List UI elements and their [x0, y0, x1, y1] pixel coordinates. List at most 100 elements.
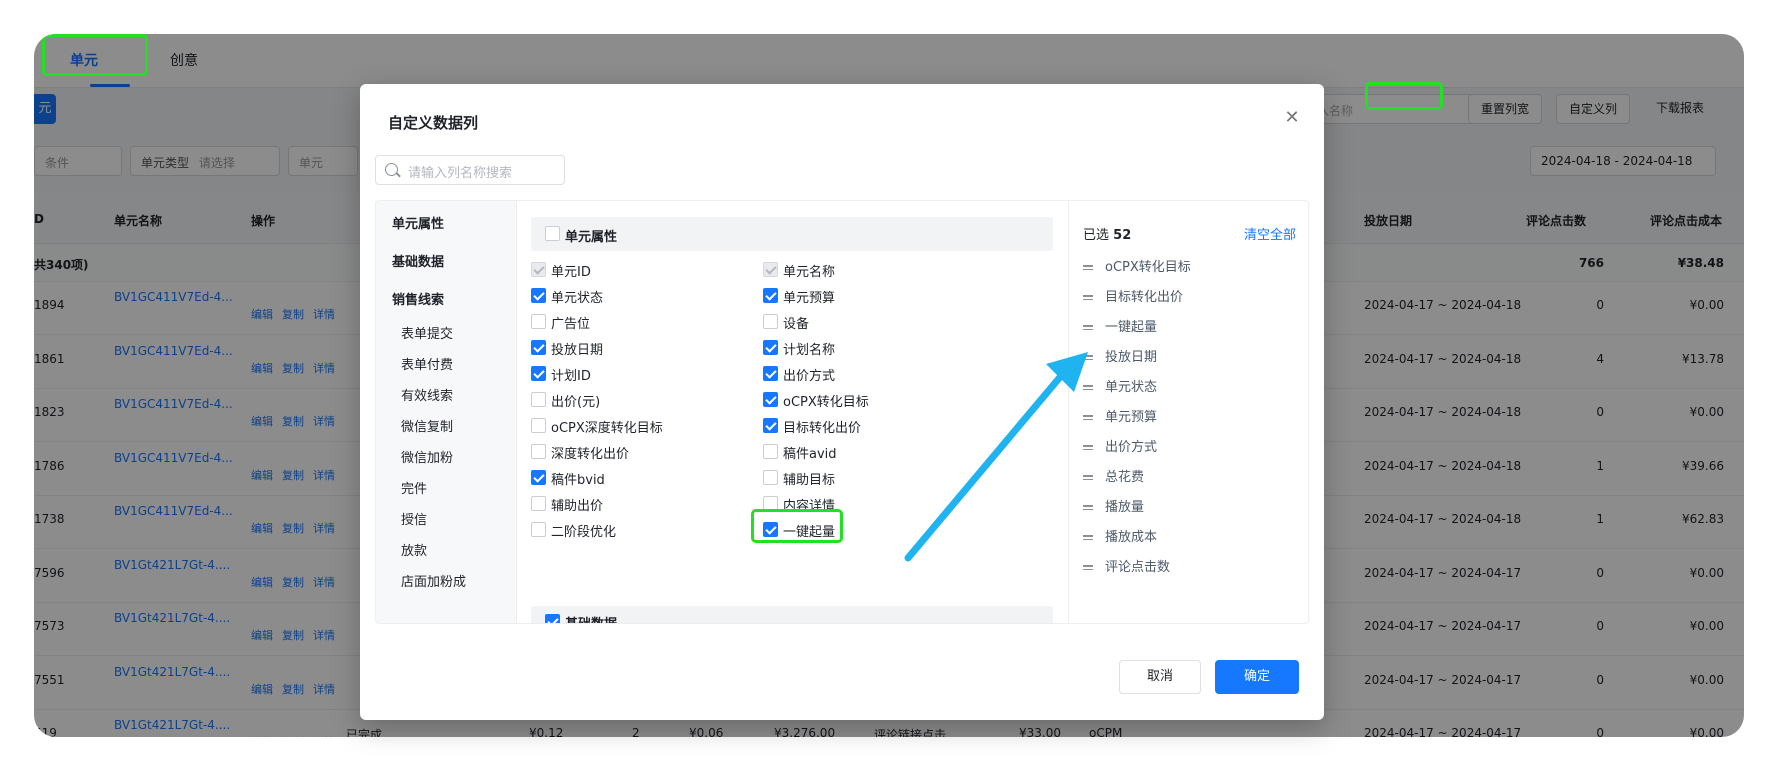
column-search-placeholder: 请输入列名称搜索 — [408, 166, 513, 181]
column-checkbox[interactable] — [763, 314, 778, 329]
drag-handle-icon[interactable] — [1083, 353, 1093, 362]
nav-sub-item[interactable]: 放款 — [401, 540, 427, 559]
selected-number: 52 — [1113, 228, 1132, 243]
column-option-label[interactable]: oCPX转化目标 — [783, 391, 869, 410]
column-option-label[interactable]: 辅助出价 — [551, 495, 603, 514]
selected-column-label: 播放成本 — [1105, 530, 1158, 545]
selected-column-label: 单元预算 — [1105, 410, 1158, 425]
column-option-label[interactable]: 出价方式 — [783, 365, 835, 384]
nav-basic-data[interactable]: 基础数据 — [392, 251, 444, 270]
column-option-label[interactable]: 辅助目标 — [783, 469, 835, 488]
column-checkbox[interactable] — [531, 522, 546, 537]
selected-column-item[interactable]: 播放成本 — [1083, 526, 1157, 545]
clear-all-button[interactable]: 清空全部 — [1244, 224, 1296, 243]
column-checkbox[interactable] — [531, 392, 546, 407]
nav-sub-item[interactable]: 完件 — [401, 478, 427, 497]
column-checkbox[interactable] — [531, 418, 546, 433]
column-option-label[interactable]: 单元预算 — [783, 287, 835, 306]
column-checkbox[interactable] — [763, 418, 778, 433]
drag-handle-icon[interactable] — [1083, 323, 1093, 332]
column-option-label[interactable]: 计划名称 — [783, 339, 835, 358]
column-option-label[interactable]: 单元状态 — [551, 287, 603, 306]
nav-sales-leads[interactable]: 销售线索 — [392, 289, 444, 308]
selected-column-item[interactable]: 单元状态 — [1083, 376, 1157, 395]
column-checkbox[interactable] — [531, 314, 546, 329]
column-checkbox[interactable] — [763, 366, 778, 381]
column-checkbox — [763, 262, 778, 277]
nav-sub-item[interactable]: 表单提交 — [401, 323, 453, 342]
column-option-label[interactable]: 设备 — [783, 313, 809, 332]
column-search-input[interactable]: 请输入列名称搜索 — [375, 155, 565, 185]
column-option-label[interactable]: 深度转化出价 — [551, 443, 629, 462]
nav-sub-item[interactable]: 表单付费 — [401, 354, 453, 373]
column-option-label[interactable]: 出价(元) — [551, 391, 600, 410]
section-header-basic-data: 基础数据 — [531, 606, 1053, 623]
column-option-label[interactable]: 单元ID — [551, 261, 591, 280]
category-nav: 单元属性 基础数据 销售线索 表单提交表单付费有效线索微信复制微信加粉完件授信放… — [376, 201, 517, 623]
custom-columns-dialog: 自定义数据列 ✕ 请输入列名称搜索 单元属性 基础数据 销售线索 表单提交表单付… — [360, 84, 1324, 720]
column-checkbox[interactable] — [531, 340, 546, 355]
column-checkbox — [531, 262, 546, 277]
section-title: 单元属性 — [565, 230, 618, 245]
nav-unit-attrs[interactable]: 单元属性 — [392, 213, 444, 232]
column-option-label[interactable]: 稿件bvid — [551, 469, 605, 488]
selected-column-item[interactable]: 目标转化出价 — [1083, 286, 1183, 305]
column-option-label[interactable]: 稿件avid — [783, 443, 837, 462]
selected-column-item[interactable]: 出价方式 — [1083, 436, 1157, 455]
search-icon — [385, 163, 398, 176]
column-checkbox[interactable] — [763, 340, 778, 355]
nav-sub-item[interactable]: 有效线索 — [401, 385, 453, 404]
drag-handle-icon[interactable] — [1083, 563, 1093, 572]
selected-column-label: oCPX转化目标 — [1105, 260, 1191, 275]
column-option-label[interactable]: 广告位 — [551, 313, 590, 332]
column-checkbox[interactable] — [531, 444, 546, 459]
column-checkbox[interactable] — [763, 444, 778, 459]
column-checkbox[interactable] — [531, 288, 546, 303]
nav-sub-item[interactable]: 微信加粉 — [401, 447, 453, 466]
selected-column-item[interactable]: oCPX转化目标 — [1083, 256, 1191, 275]
section-select-all-checkbox[interactable] — [545, 226, 560, 241]
column-checkbox[interactable] — [531, 366, 546, 381]
column-option-label[interactable]: 投放日期 — [551, 339, 603, 358]
selected-column-item[interactable]: 投放日期 — [1083, 346, 1157, 365]
selected-column-label: 投放日期 — [1105, 350, 1158, 365]
column-option-label[interactable]: 目标转化出价 — [783, 417, 861, 436]
selected-label: 已选 — [1083, 228, 1110, 243]
selected-column-label: 目标转化出价 — [1105, 290, 1184, 305]
section-header-unit-attrs: 单元属性 — [531, 217, 1053, 251]
drag-handle-icon[interactable] — [1083, 383, 1093, 392]
dialog-title: 自定义数据列 — [388, 114, 479, 132]
selected-count: 已选 52 — [1083, 224, 1131, 243]
drag-handle-icon[interactable] — [1083, 503, 1093, 512]
nav-sub-item[interactable]: 微信复制 — [401, 416, 453, 435]
section2-checkbox[interactable] — [545, 614, 560, 623]
confirm-button[interactable]: 确定 — [1215, 660, 1299, 694]
drag-handle-icon[interactable] — [1083, 293, 1093, 302]
drag-handle-icon[interactable] — [1083, 473, 1093, 482]
selected-column-label: 一键起量 — [1105, 320, 1158, 335]
drag-handle-icon[interactable] — [1083, 413, 1093, 422]
selected-column-item[interactable]: 一键起量 — [1083, 316, 1157, 335]
column-checkbox[interactable] — [763, 392, 778, 407]
close-icon[interactable]: ✕ — [1282, 108, 1302, 128]
column-checkbox[interactable] — [531, 496, 546, 511]
drag-handle-icon[interactable] — [1083, 443, 1093, 452]
drag-handle-icon[interactable] — [1083, 533, 1093, 542]
column-checkbox[interactable] — [531, 470, 546, 485]
drag-handle-icon[interactable] — [1083, 263, 1093, 272]
nav-sub-item[interactable]: 授信 — [401, 509, 427, 528]
column-option-label[interactable]: 计划ID — [551, 365, 591, 384]
column-checkbox[interactable] — [763, 470, 778, 485]
selected-column-item[interactable]: 单元预算 — [1083, 406, 1157, 425]
column-option-label[interactable]: 二阶段优化 — [551, 521, 616, 540]
selected-column-item[interactable]: 评论点击数 — [1083, 556, 1170, 575]
selected-column-label: 总花费 — [1105, 470, 1145, 485]
nav-item-cutoff[interactable]: 店面加粉成 — [401, 571, 466, 590]
column-option-label[interactable]: 单元名称 — [783, 261, 835, 280]
column-checkbox[interactable] — [763, 288, 778, 303]
cancel-button[interactable]: 取消 — [1119, 660, 1201, 694]
dialog-body: 单元属性 基础数据 销售线索 表单提交表单付费有效线索微信复制微信加粉完件授信放… — [375, 200, 1309, 624]
column-option-label[interactable]: oCPX深度转化目标 — [551, 417, 663, 436]
selected-column-item[interactable]: 播放量 — [1083, 496, 1144, 515]
selected-column-item[interactable]: 总花费 — [1083, 466, 1144, 485]
